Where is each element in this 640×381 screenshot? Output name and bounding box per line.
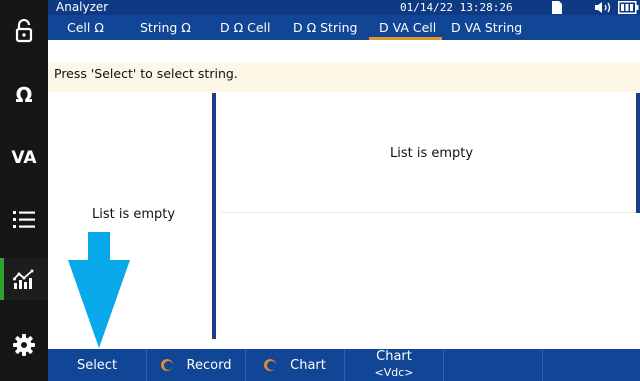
record-button[interactable]: Record (147, 349, 246, 381)
tab-d-ohm-cell[interactable]: D Ω Cell (220, 15, 271, 40)
chart-button[interactable]: Chart (246, 349, 345, 381)
chart-label: Chart (290, 357, 326, 373)
tab-d-ohm-string[interactable]: D Ω String (293, 15, 357, 40)
right-panel-separator (220, 212, 636, 213)
rail-lock[interactable] (0, 0, 48, 62)
chart-icon (13, 269, 34, 289)
tab-cell-ohm[interactable]: Cell Ω (67, 15, 104, 40)
app-title: Analyzer (56, 0, 109, 14)
rail-ohm[interactable]: Ω (0, 62, 48, 127)
datetime: 01/14/22 13:28:26 (400, 1, 513, 14)
down-arrow-hint (68, 232, 130, 348)
record-toggle-icon (160, 359, 173, 371)
right-list-empty: List is empty (390, 146, 474, 161)
sd-card-icon (552, 1, 562, 14)
battery-icon (618, 1, 639, 14)
lock-icon (15, 19, 33, 43)
chart-vdc-line1: Chart (376, 349, 412, 364)
left-rail: Ω VA (0, 0, 48, 381)
record-label: Record (186, 357, 232, 373)
notice-text: Press 'Select' to select string. (54, 66, 238, 81)
rail-va-label: VA (11, 148, 37, 168)
gear-icon (13, 334, 35, 356)
tab-bar: Cell Ω String Ω D Ω Cell D Ω String D VA… (48, 15, 640, 40)
select-button[interactable]: Select (48, 349, 147, 381)
chart-vdc-label: Chart <Vdc> (375, 349, 414, 381)
tab-d-va-cell[interactable]: D VA Cell (368, 15, 443, 40)
chart-vdc-button[interactable]: Chart <Vdc> (345, 349, 444, 381)
rail-active-indicator (0, 258, 4, 300)
right-scrollbar[interactable] (636, 93, 640, 213)
rail-list[interactable] (0, 189, 48, 249)
rail-chart[interactable] (0, 258, 48, 300)
title-bar: Analyzer 01/14/22 13:28:26 (48, 0, 640, 15)
tab-d-va-string[interactable]: D VA String (451, 15, 522, 40)
rail-va[interactable]: VA (0, 127, 48, 189)
rail-settings[interactable] (0, 320, 48, 370)
rail-ohm-label: Ω (15, 82, 33, 107)
left-list-empty: List is empty (92, 207, 176, 222)
chart-toggle-icon (264, 359, 277, 371)
list-icon (13, 211, 35, 228)
softkey-bar: Select Record Chart Chart <Vdc> (48, 349, 640, 381)
softkey-6[interactable] (543, 349, 640, 381)
softkey-5[interactable] (444, 349, 543, 381)
panel-divider (212, 93, 216, 339)
tab-string-ohm[interactable]: String Ω (140, 15, 191, 40)
select-label: Select (76, 357, 118, 373)
chart-vdc-line2: <Vdc> (374, 366, 414, 379)
speaker-icon[interactable] (594, 1, 616, 14)
